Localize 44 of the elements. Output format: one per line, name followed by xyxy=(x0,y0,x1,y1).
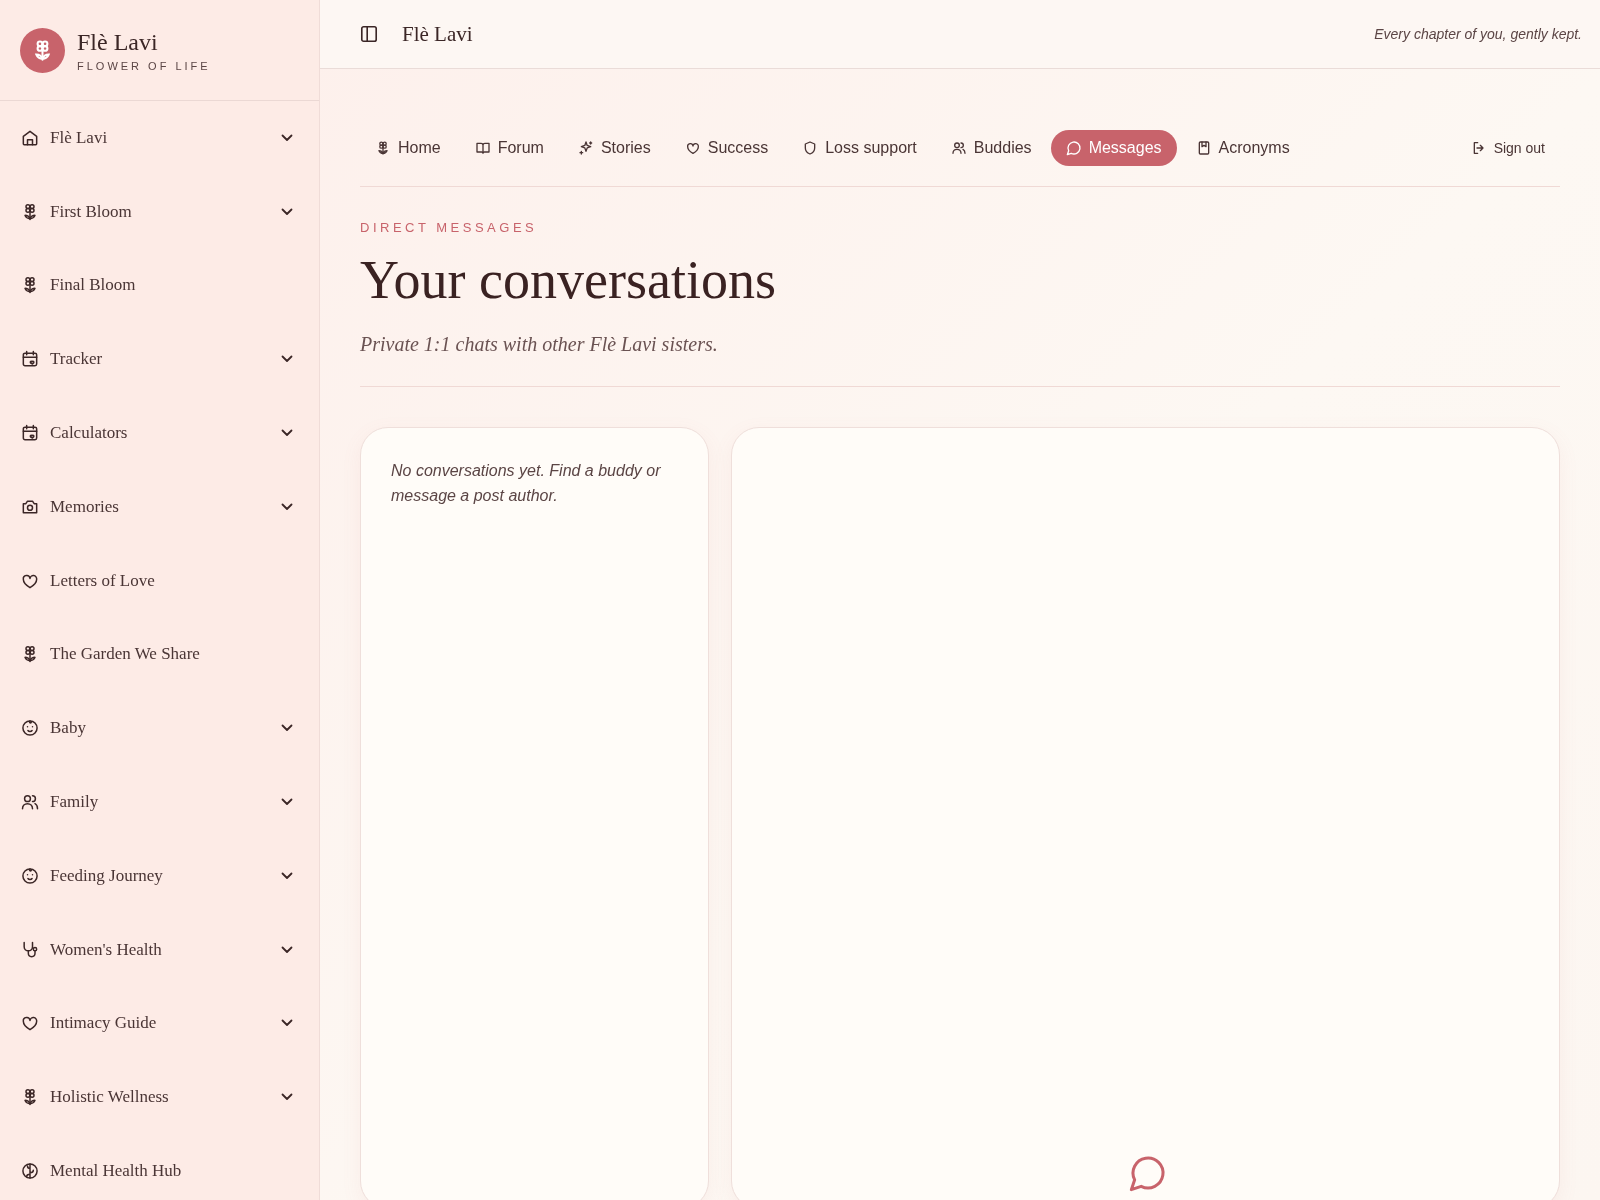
subtitle: Private 1:1 chats with other Flè Lavi sisters. xyxy=(360,333,1560,387)
brand-tagline: FLOWER OF LIFE xyxy=(77,59,211,72)
sidebar-item[interactable]: Letters of Love xyxy=(0,543,319,618)
sparkles-icon xyxy=(577,140,594,156)
sidebar-item[interactable]: Memories xyxy=(0,470,319,544)
section-label: DIRECT MESSAGES xyxy=(360,220,539,235)
chat-bubble-icon xyxy=(1065,140,1082,156)
nav-tab[interactable]: Acronyms xyxy=(1180,130,1305,166)
nav-tab[interactable]: Forum xyxy=(459,130,559,166)
sidebar-item[interactable]: Baby xyxy=(0,691,319,766)
baby-face-icon xyxy=(20,865,40,886)
baby-face-icon xyxy=(20,718,40,739)
sidebar-item[interactable]: Family xyxy=(0,765,319,839)
nav-tab[interactable]: Home xyxy=(360,130,456,166)
nav-tab[interactable]: Success xyxy=(669,130,784,166)
sidebar-item[interactable]: The Garden We Share xyxy=(0,617,319,692)
sidebar-item[interactable]: Calculators xyxy=(0,396,319,470)
flower-logo-icon xyxy=(20,27,65,73)
stethoscope-icon xyxy=(20,939,40,960)
nav-tab[interactable]: Stories xyxy=(562,130,666,166)
sidebar-item[interactable]: Intimacy Guide xyxy=(0,986,319,1061)
sidebar-item[interactable]: Mental Health Hub xyxy=(0,1134,319,1200)
sidebar-item[interactable]: Women's Health xyxy=(0,912,319,987)
brain-icon xyxy=(20,1161,40,1182)
sidebar-item[interactable]: Tracker xyxy=(0,322,319,397)
nav-tab[interactable]: Loss support xyxy=(787,130,932,166)
nav-tab[interactable]: Messages xyxy=(1050,130,1177,166)
page-title: Flè Lavi xyxy=(402,21,474,47)
sidebar-item[interactable]: Final Bloom xyxy=(0,248,319,323)
flower-icon xyxy=(375,140,391,156)
sign-out-button[interactable]: Sign out xyxy=(1455,131,1560,165)
empty-message: No conversations yet. Find a buddy or message a post author. xyxy=(391,461,662,506)
sidebar-item[interactable]: Holistic Wellness xyxy=(0,1060,319,1135)
nav-tab[interactable]: Buddies xyxy=(935,130,1047,166)
sidebar-item[interactable]: Feeding Journey xyxy=(0,838,319,913)
sidebar-toggle-icon[interactable] xyxy=(360,25,378,43)
book-icon xyxy=(474,140,491,156)
heading: Your conversations xyxy=(360,249,777,311)
sidebar-item[interactable]: Flè Lavi xyxy=(0,101,319,175)
people-icon xyxy=(950,140,967,156)
heart-icon xyxy=(684,140,701,156)
sidebar-item[interactable]: First Bloom xyxy=(0,174,319,249)
brand-name: Flè Lavi xyxy=(77,28,159,56)
motto: Every chapter of you, gently kept. xyxy=(1374,26,1582,42)
